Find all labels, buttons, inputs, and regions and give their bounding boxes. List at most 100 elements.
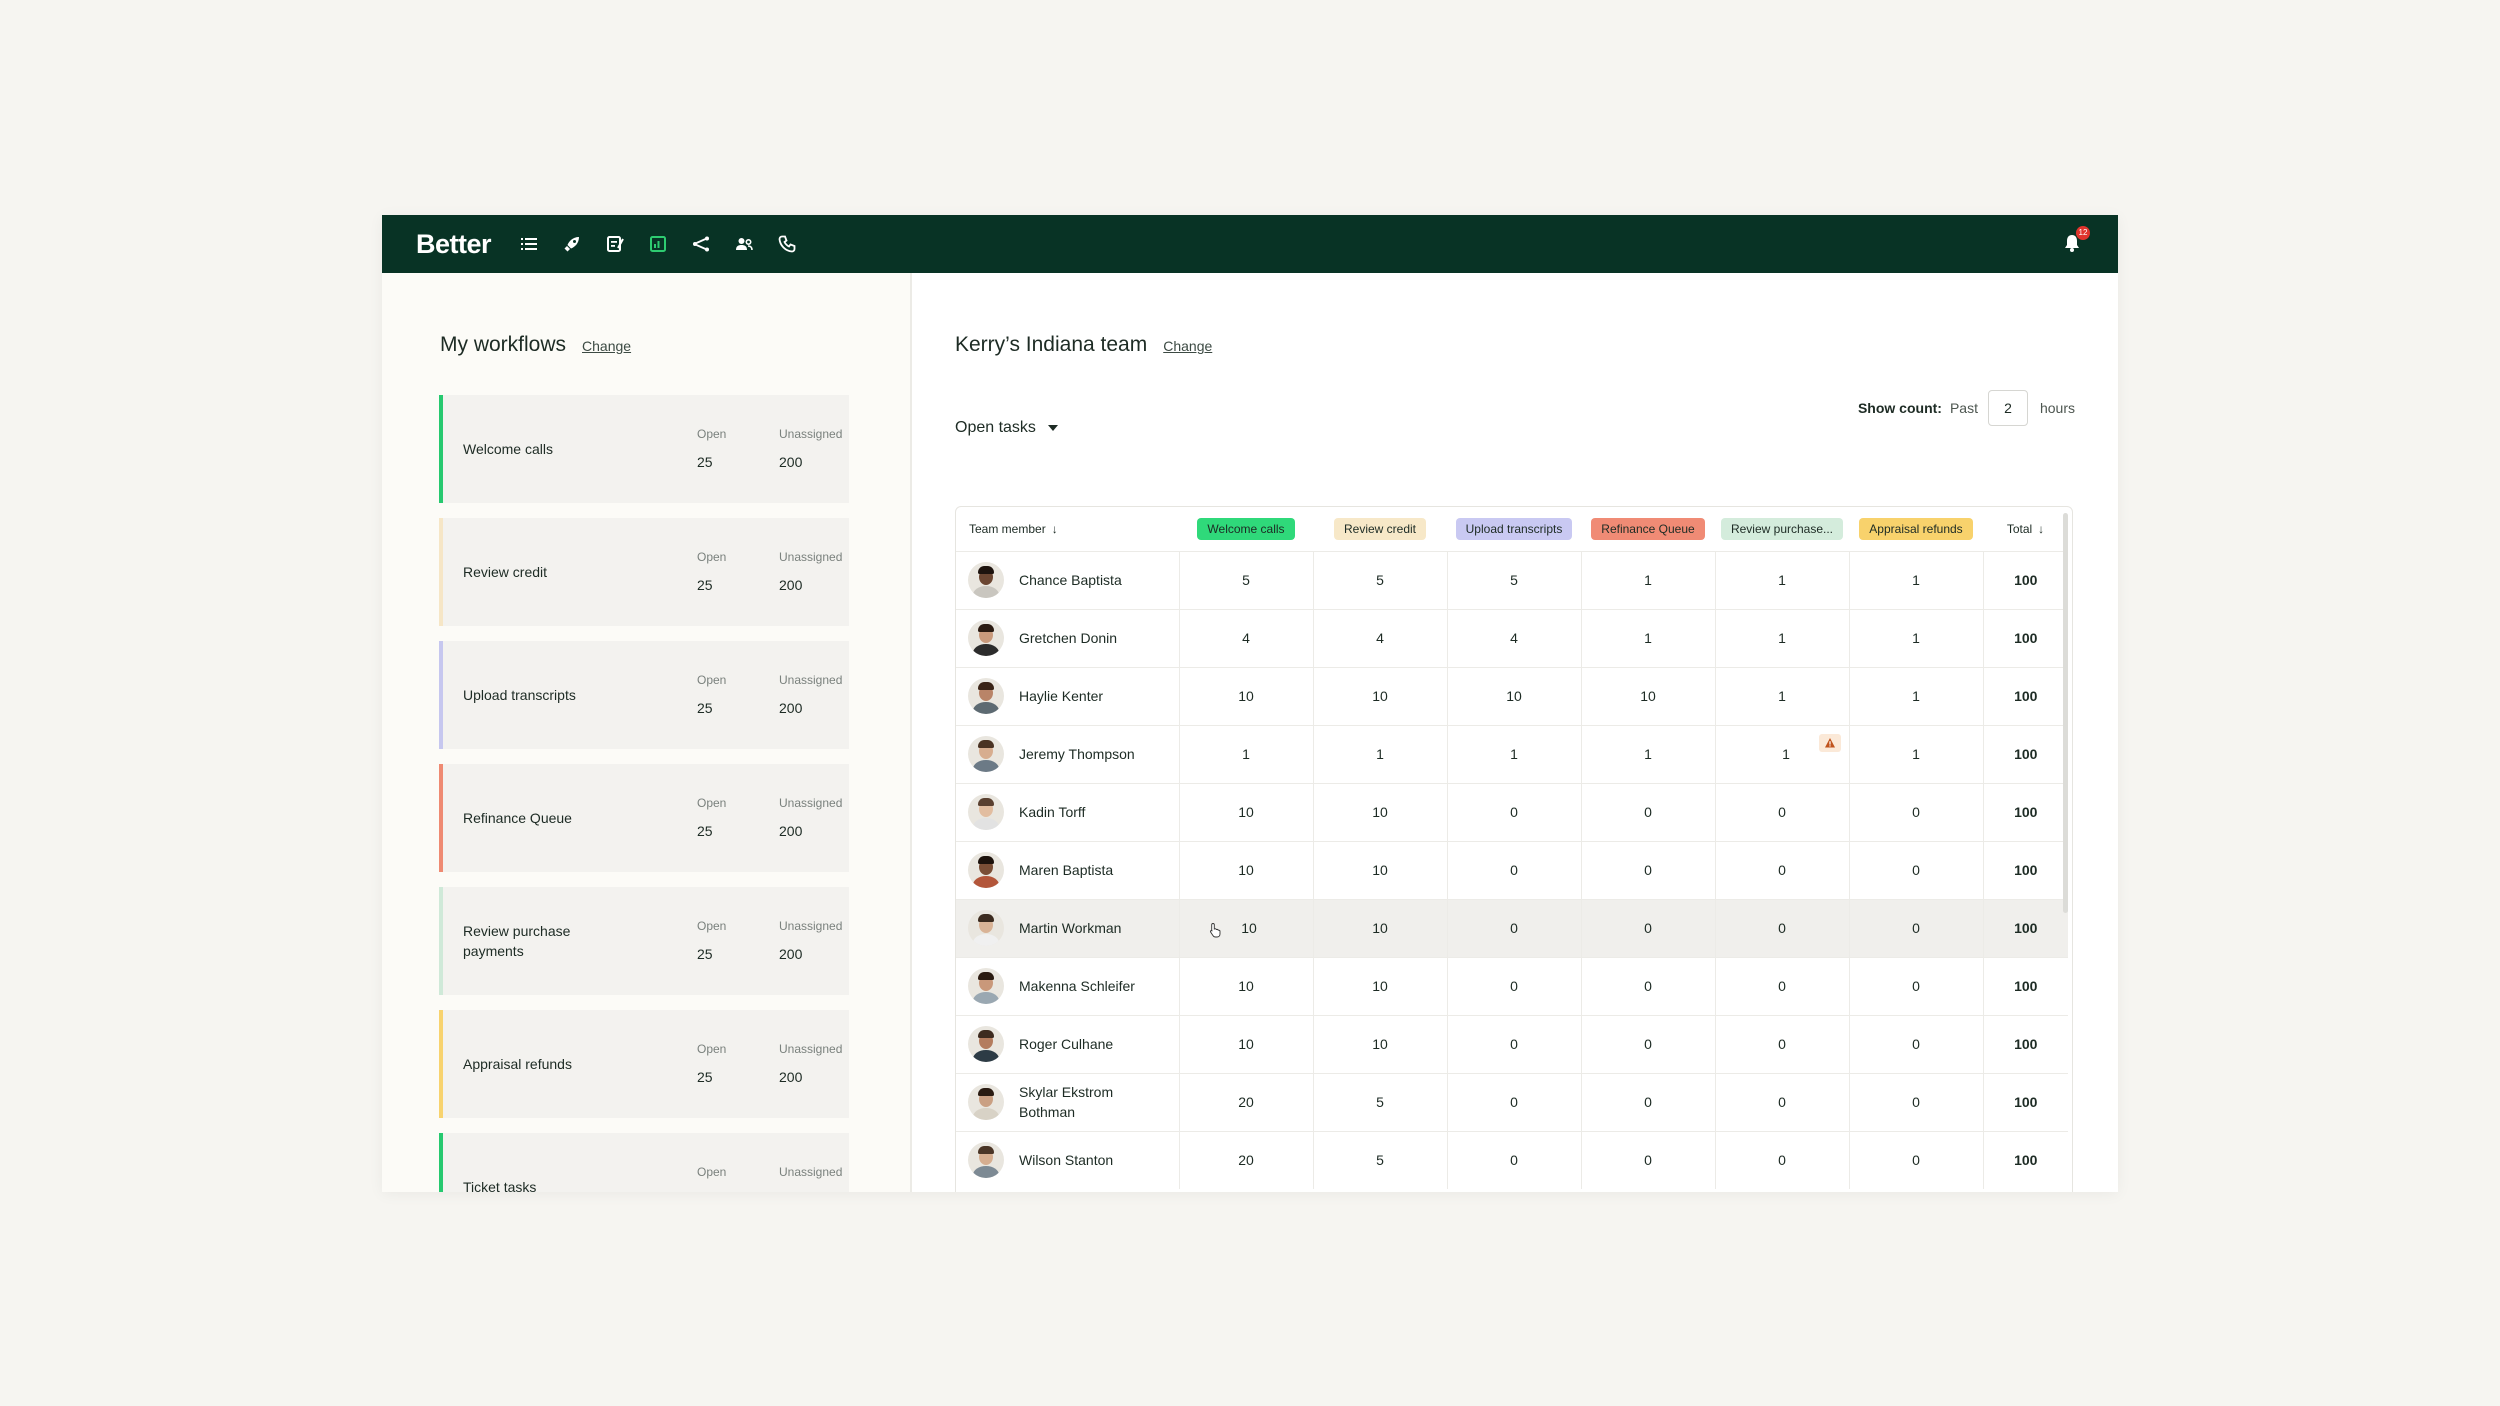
- task-count-cell[interactable]: 20: [1178, 1131, 1313, 1189]
- workflow-card[interactable]: Review credit Open 25 Unassigned 200: [439, 518, 849, 626]
- task-count-cell[interactable]: 1: [1446, 725, 1581, 783]
- task-count-cell[interactable]: 1: [1848, 609, 1983, 667]
- workflow-column-header[interactable]: Upload transcripts: [1447, 507, 1581, 551]
- task-count-cell[interactable]: 0: [1848, 783, 1983, 841]
- task-count-cell[interactable]: 10: [1312, 899, 1447, 957]
- table-row[interactable]: Skylar Ekstrom Bothman 20 5 0 0 0 0 100: [956, 1073, 2068, 1131]
- task-count-cell[interactable]: 10: [1178, 957, 1313, 1015]
- task-count-cell[interactable]: 0: [1446, 899, 1581, 957]
- task-count-cell[interactable]: 1: [1714, 667, 1849, 725]
- task-count-cell[interactable]: 10: [1178, 1015, 1313, 1073]
- table-row[interactable]: Makenna Schleifer 10 10 0 0 0 0 100: [956, 957, 2068, 1015]
- task-count-cell[interactable]: 0: [1848, 1015, 1983, 1073]
- task-count-cell[interactable]: 10: [1312, 1015, 1447, 1073]
- task-count-cell[interactable]: 4: [1178, 609, 1313, 667]
- warning-icon[interactable]: [1818, 733, 1841, 752]
- workflow-icon[interactable]: [691, 234, 711, 254]
- workflow-column-header[interactable]: Refinance Queue: [1581, 507, 1715, 551]
- change-workflows-link[interactable]: Change: [582, 338, 631, 354]
- workflow-column-header[interactable]: Review purchase...: [1715, 507, 1849, 551]
- task-count-cell[interactable]: 5: [1178, 551, 1313, 609]
- task-count-cell[interactable]: 0: [1580, 1015, 1715, 1073]
- task-count-cell[interactable]: 10: [1446, 667, 1581, 725]
- view-select[interactable]: Open tasks: [955, 419, 1058, 437]
- table-row[interactable]: Gretchen Donin 4 4 4 1 1 1 100: [956, 609, 2068, 667]
- task-count-cell[interactable]: 0: [1446, 1015, 1581, 1073]
- table-row[interactable]: Roger Culhane 10 10 0 0 0 0 100: [956, 1015, 2068, 1073]
- task-count-cell[interactable]: 0: [1714, 899, 1849, 957]
- task-count-cell[interactable]: 4: [1446, 609, 1581, 667]
- workflow-card[interactable]: Upload transcripts Open 25 Unassigned 200: [439, 641, 849, 749]
- task-count-cell[interactable]: 0: [1714, 783, 1849, 841]
- task-count-cell[interactable]: 10: [1580, 667, 1715, 725]
- task-count-cell[interactable]: 0: [1714, 1073, 1849, 1131]
- hours-input[interactable]: [1987, 390, 2028, 426]
- rocket-icon[interactable]: [562, 234, 582, 254]
- task-count-cell[interactable]: 1: [1580, 551, 1715, 609]
- task-count-cell[interactable]: 10: [1178, 667, 1313, 725]
- task-count-cell[interactable]: 0: [1848, 841, 1983, 899]
- checklist-icon[interactable]: [605, 234, 625, 254]
- task-count-cell[interactable]: 0: [1714, 1015, 1849, 1073]
- task-count-cell[interactable]: 1: [1714, 725, 1849, 783]
- task-count-cell[interactable]: 5: [1446, 551, 1581, 609]
- task-count-cell[interactable]: 1: [1580, 609, 1715, 667]
- table-row[interactable]: Martin Workman 10 10 0 0 0 0 100: [956, 899, 2068, 957]
- task-count-cell[interactable]: 0: [1446, 783, 1581, 841]
- table-row[interactable]: Chance Baptista 5 5 5 1 1 1 100: [956, 551, 2068, 609]
- change-team-link[interactable]: Change: [1163, 338, 1212, 354]
- task-count-cell[interactable]: 10: [1178, 899, 1313, 957]
- phone-icon[interactable]: [777, 234, 797, 254]
- task-count-cell[interactable]: 20: [1178, 1073, 1313, 1131]
- task-count-cell[interactable]: 10: [1312, 783, 1447, 841]
- workflow-column-header[interactable]: Welcome calls: [1179, 507, 1313, 551]
- table-row[interactable]: Maren Baptista 10 10 0 0 0 0 100: [956, 841, 2068, 899]
- task-count-cell[interactable]: 1: [1312, 725, 1447, 783]
- task-count-cell[interactable]: 0: [1446, 957, 1581, 1015]
- task-count-cell[interactable]: 0: [1580, 1073, 1715, 1131]
- task-count-cell[interactable]: 1: [1714, 551, 1849, 609]
- task-count-cell[interactable]: 0: [1714, 841, 1849, 899]
- notifications-button[interactable]: 12: [2062, 226, 2090, 255]
- task-count-cell[interactable]: 1: [1178, 725, 1313, 783]
- workflow-card[interactable]: Refinance Queue Open 25 Unassigned 200: [439, 764, 849, 872]
- table-row[interactable]: Wilson Stanton 20 5 0 0 0 0 100: [956, 1131, 2068, 1189]
- table-row[interactable]: Haylie Kenter 10 10 10 10 1 1 100: [956, 667, 2068, 725]
- task-count-cell[interactable]: 0: [1714, 1131, 1849, 1189]
- task-count-cell[interactable]: 0: [1580, 1131, 1715, 1189]
- task-count-cell[interactable]: 0: [1580, 957, 1715, 1015]
- workflow-card[interactable]: Review purchase payments Open 25 Unassigned…: [439, 887, 849, 995]
- team-member-column-header[interactable]: Team member ↓: [956, 507, 1179, 551]
- workflow-card[interactable]: Appraisal refunds Open 25 Unassigned 200: [439, 1010, 849, 1118]
- task-count-cell[interactable]: 1: [1848, 667, 1983, 725]
- task-count-cell[interactable]: 0: [1580, 899, 1715, 957]
- task-count-cell[interactable]: 10: [1178, 783, 1313, 841]
- workflow-card[interactable]: Ticket tasks Open Unassigned: [439, 1133, 849, 1192]
- task-count-cell[interactable]: 1: [1580, 725, 1715, 783]
- workflow-column-header[interactable]: Appraisal refunds: [1849, 507, 1983, 551]
- task-count-cell[interactable]: 5: [1312, 1073, 1447, 1131]
- task-count-cell[interactable]: 5: [1312, 1131, 1447, 1189]
- task-count-cell[interactable]: 0: [1848, 1073, 1983, 1131]
- task-count-cell[interactable]: 10: [1178, 841, 1313, 899]
- task-count-cell[interactable]: 0: [1580, 841, 1715, 899]
- task-count-cell[interactable]: 1: [1714, 609, 1849, 667]
- task-count-cell[interactable]: 0: [1446, 841, 1581, 899]
- dashboard-icon[interactable]: [648, 234, 668, 254]
- task-count-cell[interactable]: 10: [1312, 957, 1447, 1015]
- task-count-cell[interactable]: 1: [1848, 725, 1983, 783]
- vertical-scrollbar[interactable]: [2063, 513, 2068, 913]
- total-column-header[interactable]: Total ↓: [1983, 507, 2068, 551]
- task-count-cell[interactable]: 5: [1312, 551, 1447, 609]
- task-count-cell[interactable]: 0: [1848, 899, 1983, 957]
- table-row[interactable]: Kadin Torff 10 10 0 0 0 0 100: [956, 783, 2068, 841]
- task-count-cell[interactable]: 10: [1312, 667, 1447, 725]
- workflow-column-header[interactable]: Review credit: [1313, 507, 1447, 551]
- list-icon[interactable]: [519, 234, 539, 254]
- task-count-cell[interactable]: 4: [1312, 609, 1447, 667]
- task-count-cell[interactable]: 10: [1312, 841, 1447, 899]
- task-count-cell[interactable]: 0: [1848, 957, 1983, 1015]
- task-count-cell[interactable]: 0: [1446, 1131, 1581, 1189]
- task-count-cell[interactable]: 0: [1580, 783, 1715, 841]
- task-count-cell[interactable]: 0: [1714, 957, 1849, 1015]
